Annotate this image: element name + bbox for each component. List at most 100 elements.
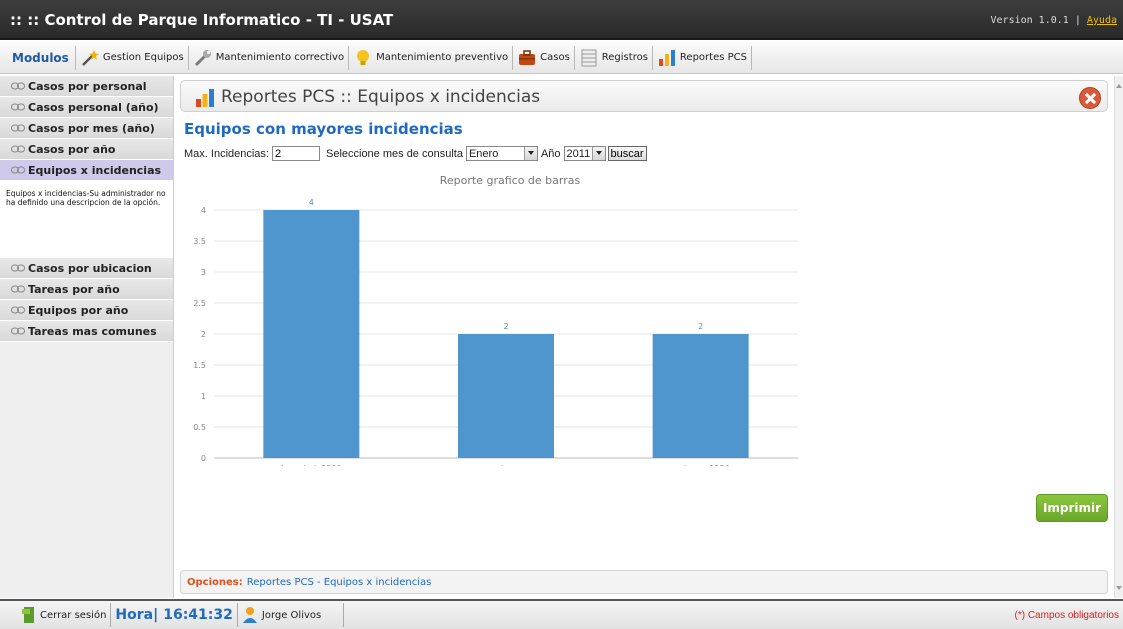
menu-label: Gestion Equipos [102, 52, 184, 63]
y-tick-label: 0 [201, 454, 206, 463]
sidebar-item-equipos-x-incidencias[interactable]: Equipos x incidencias [0, 160, 173, 181]
sidebar-item-tareas-por-ano[interactable]: Tareas por año [0, 279, 173, 300]
sidebar: Casos por personal Casos personal (año) … [0, 76, 174, 598]
max-incidencias-label: Max. Incidencias: [184, 147, 269, 160]
data-label: 2 [698, 322, 703, 331]
link-icon [11, 306, 25, 314]
sidebar-item-label: Casos personal (año) [28, 100, 159, 114]
link-icon [11, 82, 25, 90]
clock-time: 16:41:32 [163, 607, 233, 623]
version-separator: | [1074, 15, 1081, 26]
menu-modulos[interactable]: Modulos [8, 45, 76, 70]
y-tick-label: 4 [201, 206, 206, 215]
vertical-scrollbar[interactable] [1114, 76, 1123, 598]
wrench-icon [194, 49, 211, 66]
y-tick-label: 1.5 [193, 361, 206, 370]
print-button[interactable]: Imprimir [1036, 494, 1108, 522]
sidebar-item-casos-por-mes[interactable]: Casos por mes (año) [0, 118, 173, 139]
scroll-up-icon[interactable] [1116, 84, 1122, 88]
y-tick-label: 3 [201, 268, 206, 277]
sidebar-item-equipos-por-ano[interactable]: Equipos por año [0, 300, 173, 321]
menu-item-mantenimiento-correctivo[interactable]: Mantenimiento correctivo [189, 45, 350, 70]
max-incidencias-input[interactable] [271, 146, 320, 161]
help-link[interactable]: Ayuda [1087, 15, 1117, 26]
menu-label: Mantenimiento preventivo [376, 52, 509, 63]
bar-chart-icon [658, 49, 675, 66]
sidebar-item-casos-por-personal[interactable]: Casos por personal [0, 76, 173, 97]
hora-label: Hora| [115, 607, 159, 623]
title-bar: :: :: Control de Parque Informatico - TI… [0, 0, 1123, 40]
data-label: 2 [503, 322, 508, 331]
year-label: Año [540, 147, 561, 160]
month-select[interactable]: Enero [465, 146, 538, 161]
user-name: Jorge Olivos [261, 609, 322, 621]
scroll-down-icon[interactable] [1116, 586, 1122, 590]
logout-label: Cerrar sesión [40, 609, 107, 621]
y-tick-label: 3.5 [193, 237, 206, 246]
briefcase-icon [519, 49, 536, 65]
menu-item-mantenimiento-preventivo[interactable]: Mantenimiento preventivo [349, 45, 514, 70]
month-label: Seleccione mes de consulta [325, 147, 463, 160]
sidebar-item-label: Tareas por año [28, 282, 120, 296]
bar-chart: Reporte grafico de barras 0 0.5 1 1.5 2 2.5 3 3.… [193, 174, 798, 466]
chevron-down-icon [523, 147, 537, 160]
menu-label: Registros [601, 52, 648, 63]
bulb-icon [357, 49, 370, 65]
menu-item-registros[interactable]: Registros [575, 45, 653, 70]
panel-title: Reportes PCS :: Equipos x incidencias [221, 87, 541, 107]
menu-item-reportes-pcs[interactable]: Reportes PCS [653, 45, 752, 70]
menu-item-casos[interactable]: Casos [513, 45, 575, 70]
version-info: Version 1.0.1 | Ayuda [991, 15, 1117, 26]
door-exit-icon [22, 607, 34, 623]
sidebar-item-casos-personal-ano[interactable]: Casos personal (año) [0, 97, 173, 118]
link-icon [11, 166, 25, 174]
chart-title: Reporte grafico de barras [440, 174, 581, 187]
sidebar-item-label: Casos por mes (año) [28, 121, 155, 135]
sidebar-item-label: Casos por ubicacion [28, 261, 152, 275]
clock: Hora| 16:41:32 [111, 603, 238, 627]
y-tick-label: 2.5 [193, 299, 206, 308]
x-tick-label: pc-home 1554 [672, 464, 730, 466]
sidebar-item-casos-por-ano[interactable]: Casos por año [0, 139, 173, 160]
search-button[interactable]: buscar [607, 146, 647, 161]
link-icon [11, 145, 25, 153]
sidebar-description: Equipos x incidencias-Su administrador n… [0, 181, 173, 258]
chevron-down-icon [591, 147, 605, 160]
database-icon [581, 49, 597, 66]
close-icon[interactable] [1079, 87, 1101, 109]
sidebar-item-casos-por-ubicacion[interactable]: Casos por ubicacion [0, 258, 173, 279]
link-icon [11, 327, 25, 335]
main-content: Reportes PCS :: Equipos x incidencias Eq… [176, 76, 1114, 598]
bar [652, 334, 749, 458]
menu-label: Mantenimiento correctivo [215, 52, 345, 63]
menu-item-gestion-equipos[interactable]: Gestion Equipos [76, 45, 189, 70]
year-select[interactable]: 2011 [563, 146, 606, 161]
bar [458, 334, 554, 458]
sidebar-item-label: Equipos x incidencias [28, 163, 162, 177]
version-label: Version 1.0.1 [990, 15, 1069, 26]
filter-form: Max. Incidencias: Seleccione mes de cons… [184, 146, 647, 161]
sidebar-item-label: Equipos por año [28, 303, 129, 317]
options-path-link[interactable]: Reportes PCS - Equipos x incidencias [247, 577, 432, 588]
main-menu: Modulos Gestion Equipos Mantenimiento co… [0, 42, 1123, 74]
panel-header: Reportes PCS :: Equipos x incidencias [180, 80, 1108, 112]
section-title: Equipos con mayores incidencias [184, 120, 463, 138]
sidebar-item-tareas-mas-comunes[interactable]: Tareas mas comunes [0, 321, 173, 342]
year-select-value: 2011 [566, 147, 591, 160]
link-icon [11, 103, 25, 111]
x-tick-label: Ingenieria2500 [281, 464, 341, 466]
link-icon [11, 285, 25, 293]
status-bar: Cerrar sesión Hora| 16:41:32 Jorge Olivo… [0, 599, 1123, 629]
logout-button[interactable]: Cerrar sesión [16, 603, 112, 627]
sidebar-item-label: Tareas mas comunes [28, 324, 157, 338]
options-bar: Opciones: Reportes PCS - Equipos x incid… [180, 570, 1108, 594]
menu-label: Casos [540, 52, 570, 63]
user-info[interactable]: Jorge Olivos [238, 603, 344, 627]
sidebar-item-label: Casos por año [28, 142, 116, 156]
menu-label: Reportes PCS [679, 52, 747, 63]
user-icon [242, 607, 257, 623]
data-label: 4 [309, 198, 314, 207]
y-tick-label: 0.5 [193, 423, 206, 432]
link-icon [11, 124, 25, 132]
wand-icon [81, 49, 99, 66]
